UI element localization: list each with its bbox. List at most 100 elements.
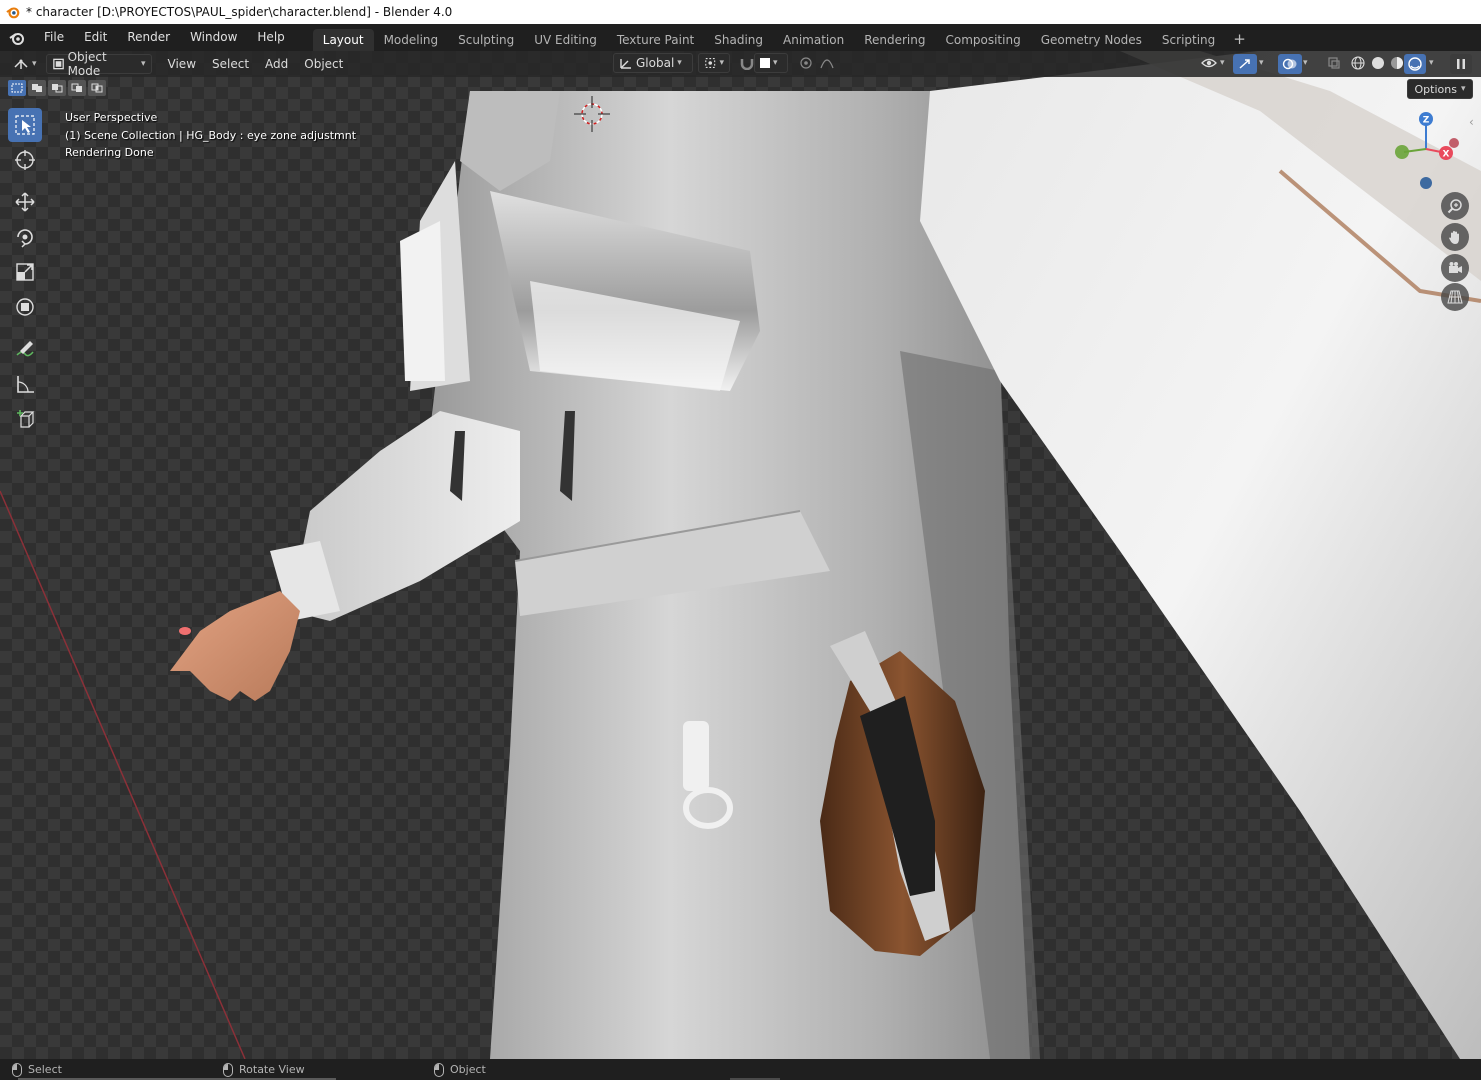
tab-animation[interactable]: Animation xyxy=(773,29,854,51)
tool-add-cube[interactable] xyxy=(8,402,42,436)
tool-transform[interactable] xyxy=(8,290,42,324)
tool-scale[interactable] xyxy=(8,255,42,289)
transform-orientation-select[interactable]: Global ▾ xyxy=(613,53,693,73)
pan-view-button[interactable] xyxy=(1441,223,1469,251)
overlays-options[interactable]: ▾ xyxy=(1298,53,1313,73)
menu-window[interactable]: Window xyxy=(180,24,247,51)
tool-rotate[interactable] xyxy=(8,220,42,254)
visibility-select[interactable]: ▾ xyxy=(1196,53,1230,73)
mode-select[interactable]: Object Mode ▾ xyxy=(45,51,152,78)
menu-select[interactable]: Select xyxy=(204,51,257,77)
tool-select-box[interactable] xyxy=(8,108,42,142)
chevron-down-icon: ▾ xyxy=(773,58,778,68)
select-extend-mode[interactable] xyxy=(28,80,46,96)
menu-file[interactable]: File xyxy=(34,24,74,51)
tab-modeling[interactable]: Modeling xyxy=(374,29,449,51)
status-select-label: Select xyxy=(28,1063,62,1076)
move-icon xyxy=(15,192,35,212)
snap-square-icon xyxy=(760,58,770,68)
menu-view[interactable]: View xyxy=(160,51,204,77)
tool-cursor[interactable] xyxy=(8,143,42,177)
select-new-icon xyxy=(11,83,23,93)
menu-add[interactable]: Add xyxy=(257,51,296,77)
chevron-down-icon: ▾ xyxy=(1303,58,1308,68)
pivot-icon xyxy=(705,58,716,68)
gizmo-options[interactable]: ▾ xyxy=(1254,53,1269,73)
tool-measure[interactable] xyxy=(8,367,42,401)
x-axis-line xyxy=(0,490,246,1059)
blender-logo-icon xyxy=(6,7,20,19)
menu-render[interactable]: Render xyxy=(117,24,180,51)
hand-pan-icon xyxy=(1449,231,1459,244)
zoom-view-button[interactable] xyxy=(1441,192,1469,220)
select-intersect-mode[interactable] xyxy=(88,80,106,96)
object-mode-icon xyxy=(52,58,64,70)
3d-viewport[interactable]: ▾ Object Mode ▾ View Select Add Object G… xyxy=(0,51,1481,1059)
snap-target-select[interactable]: ▾ xyxy=(754,53,788,73)
pause-render-button[interactable] xyxy=(1450,54,1472,74)
tab-scripting[interactable]: Scripting xyxy=(1152,29,1225,51)
tab-shading[interactable]: Shading xyxy=(704,29,773,51)
pivot-point-select[interactable]: ▾ xyxy=(698,53,730,73)
tool-annotate[interactable] xyxy=(8,332,42,366)
chevron-down-icon: ▾ xyxy=(1259,58,1264,68)
tab-sculpting[interactable]: Sculpting xyxy=(448,29,524,51)
hand xyxy=(170,591,300,701)
select-new-mode[interactable] xyxy=(8,80,26,96)
shading-options[interactable]: ▾ xyxy=(1424,53,1439,73)
tab-compositing[interactable]: Compositing xyxy=(935,29,1030,51)
axis-x-label: X xyxy=(1443,150,1450,160)
add-workspace-button[interactable]: + xyxy=(1225,29,1254,51)
options-label: Options xyxy=(1414,82,1457,96)
mouse-left-icon xyxy=(12,1062,22,1077)
select-box-icon xyxy=(15,115,35,135)
top-menubar: File Edit Render Window Help Layout Mode… xyxy=(0,24,1481,51)
status-object-label: Object xyxy=(450,1063,486,1076)
select-subtract-icon xyxy=(52,84,63,93)
window-titlebar: * character [D:\PROYECTOS\PAUL_spider\ch… xyxy=(0,0,1481,24)
chevron-down-icon: ▾ xyxy=(141,59,146,69)
menu-object[interactable]: Object xyxy=(296,51,351,77)
editor-type-button[interactable]: ▾ xyxy=(8,54,42,74)
mouse-middle-icon xyxy=(223,1062,233,1077)
tab-geometry-nodes[interactable]: Geometry Nodes xyxy=(1031,29,1152,51)
window-title: * character [D:\PROYECTOS\PAUL_spider\ch… xyxy=(26,5,453,19)
shading-rendered[interactable] xyxy=(1404,54,1426,74)
select-extend-icon xyxy=(32,84,42,92)
options-button[interactable]: Options ▾ xyxy=(1407,79,1473,99)
tab-texture-paint[interactable]: Texture Paint xyxy=(607,29,704,51)
ortho-toggle-button[interactable] xyxy=(1441,283,1469,311)
grid-perspective-icon xyxy=(1447,290,1463,304)
chevron-down-icon: ▾ xyxy=(32,59,37,69)
xray-icon xyxy=(1328,57,1340,69)
status-bar: Select Rotate View Object xyxy=(0,1059,1481,1080)
falloff-select[interactable] xyxy=(814,53,840,73)
tab-layout[interactable]: Layout xyxy=(312,29,374,51)
menu-help[interactable]: Help xyxy=(247,24,294,51)
eye-icon xyxy=(1201,58,1217,68)
axis-neg-z-ball xyxy=(1420,177,1432,189)
tab-uv-editing[interactable]: UV Editing xyxy=(524,29,607,51)
navigation-gizmo[interactable]: Z X xyxy=(1382,109,1472,199)
chevron-down-icon: ▾ xyxy=(719,58,724,68)
select-subtract-mode[interactable] xyxy=(48,80,66,96)
select-invert-mode[interactable] xyxy=(68,80,86,96)
scale-icon xyxy=(16,263,34,281)
tab-rendering[interactable]: Rendering xyxy=(854,29,935,51)
zoom-magnifier-icon xyxy=(1447,199,1462,214)
blender-menu-icon[interactable] xyxy=(0,24,34,51)
overlays-icon xyxy=(1282,58,1297,70)
proportional-edit-icon xyxy=(800,57,812,69)
tool-shelf xyxy=(8,107,46,437)
rendered-scene xyxy=(0,51,1481,1059)
material-sphere-icon xyxy=(1391,57,1403,69)
xray-toggle[interactable] xyxy=(1322,53,1346,73)
camera-view-button[interactable] xyxy=(1441,254,1469,282)
snap-magnet-icon xyxy=(740,59,754,70)
pause-icon xyxy=(1457,59,1465,69)
select-invert-icon xyxy=(71,83,82,92)
select-intersect-icon xyxy=(91,83,103,93)
menu-edit[interactable]: Edit xyxy=(74,24,117,51)
tool-move[interactable] xyxy=(8,185,42,219)
solid-sphere-icon xyxy=(1372,57,1384,69)
